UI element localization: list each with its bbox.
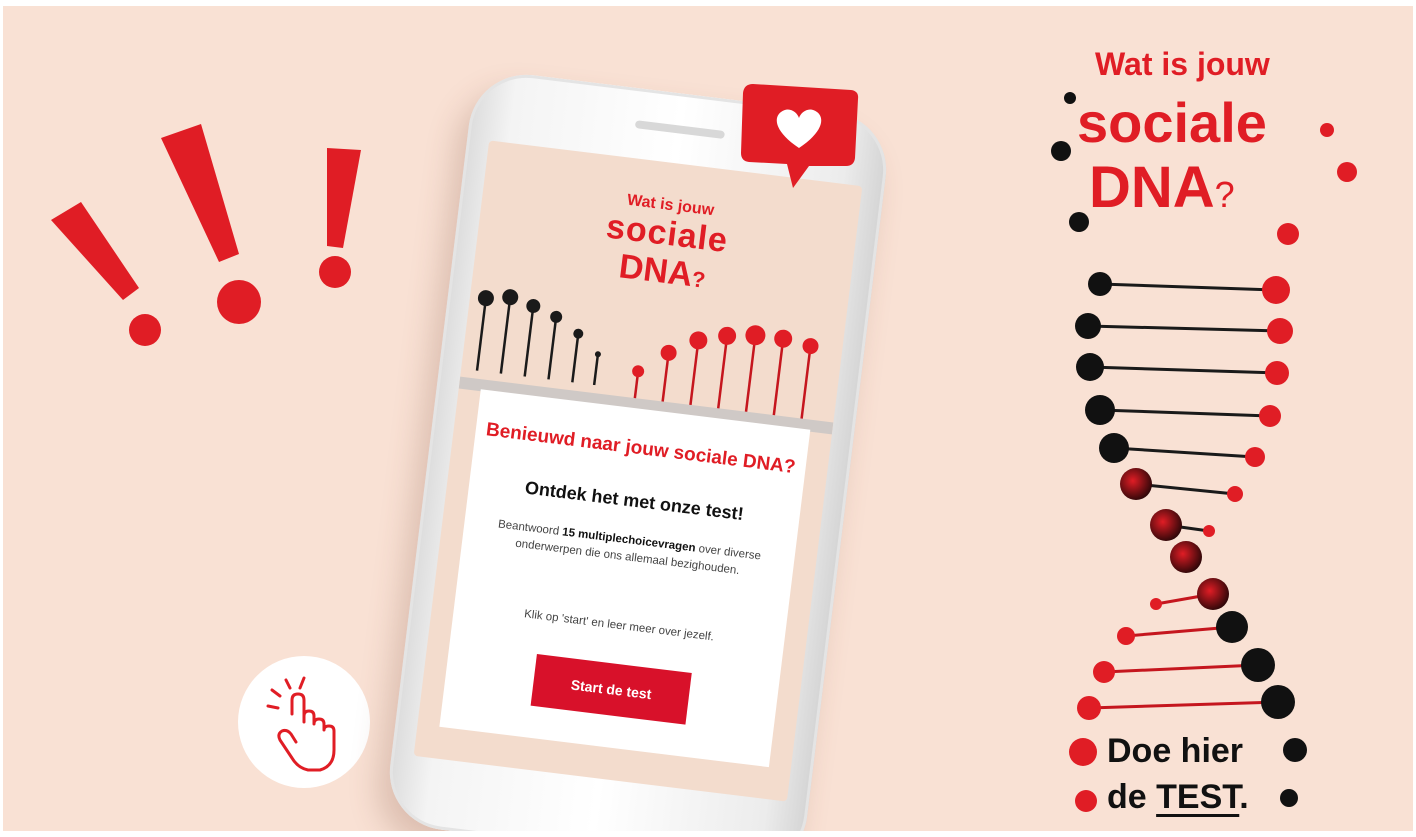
card-body: Beantwoord 15 multiplechoicevragen over …: [479, 515, 777, 585]
exclamation-marks-icon: [51, 124, 361, 346]
heart-bubble-icon: [741, 84, 859, 188]
screen-title-q: ?: [690, 266, 707, 293]
poster-cta-line1: Doe hier: [1107, 732, 1244, 770]
card-cta-text: Klik op 'start' en leer meer over jezelf…: [523, 608, 715, 644]
pointing-hand-icon: [266, 676, 336, 772]
poster-cta-test-link[interactable]: TEST: [1156, 778, 1239, 816]
card-body-pre: Beantwoord: [497, 518, 563, 539]
pointing-hand-badge[interactable]: [238, 656, 370, 788]
start-test-button[interactable]: Start de test: [530, 654, 692, 725]
poster-title-dna: DNA: [1089, 155, 1215, 220]
poster-cta-pre: de: [1107, 778, 1157, 816]
poster-title-line2: sociale: [1077, 91, 1267, 154]
poster-title-q: ?: [1214, 174, 1235, 215]
intro-card: Benieuwd naar jouw sociale DNA? Ontdek h…: [439, 389, 811, 768]
poster-title-line1: Wat is jouw: [1095, 46, 1270, 82]
poster-cta-post: .: [1239, 778, 1249, 816]
poster-title-line3: DNA?: [1089, 154, 1235, 221]
phone-screen: Wat is jouw sociale DNA? Benieuwd naar j…: [413, 140, 863, 802]
poster-cta-line2: de TEST.: [1107, 778, 1249, 817]
poster: Wat is jouw sociale DNA? Benieuwd naar j…: [3, 6, 1413, 831]
screen-title-dna: DNA: [616, 247, 695, 295]
card-heading: Benieuwd naar jouw sociale DNA?: [484, 419, 797, 479]
